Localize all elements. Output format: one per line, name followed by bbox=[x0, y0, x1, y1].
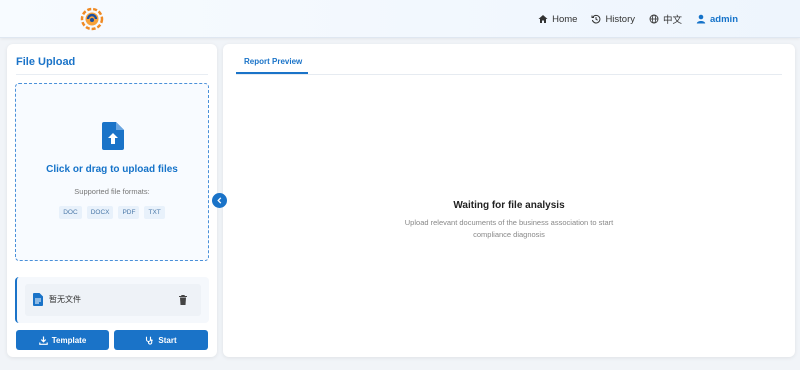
report-preview-panel: Report Preview Waiting for file analysis… bbox=[223, 44, 795, 357]
document-icon bbox=[33, 293, 43, 306]
tab-divider bbox=[236, 74, 782, 75]
history-icon bbox=[591, 14, 601, 24]
template-button[interactable]: Template bbox=[16, 330, 109, 350]
home-icon bbox=[538, 15, 548, 23]
active-tab-indicator bbox=[236, 72, 308, 74]
supported-formats-label: Supported file formats: bbox=[74, 187, 150, 196]
trash-icon[interactable] bbox=[179, 295, 187, 305]
nav-user-label: admin bbox=[710, 13, 738, 25]
nav-language-label: 中文 bbox=[663, 15, 683, 26]
upload-dropzone[interactable]: Click or drag to upload files Supported … bbox=[15, 83, 209, 261]
file-upload-panel: File Upload Click or drag to upload file… bbox=[7, 44, 217, 357]
nav-home[interactable]: Home bbox=[538, 14, 577, 25]
stethoscope-icon bbox=[146, 336, 154, 345]
tab-report-preview[interactable]: Report Preview bbox=[236, 57, 310, 69]
chevron-left-icon bbox=[217, 197, 222, 204]
file-name: 暂无文件 bbox=[49, 295, 81, 304]
top-header: Home History 中文 admin bbox=[0, 0, 800, 38]
file-list: 暂无文件 bbox=[15, 277, 209, 323]
waiting-title: Waiting for file analysis bbox=[453, 200, 565, 211]
waiting-subtitle: Upload relevant documents of the busines… bbox=[404, 218, 614, 239]
nav-language[interactable]: 中文 bbox=[649, 12, 682, 26]
divider bbox=[16, 74, 208, 75]
nav-history-label: History bbox=[605, 13, 635, 25]
dropzone-title: Click or drag to upload files bbox=[46, 164, 178, 175]
file-item: 暂无文件 bbox=[25, 284, 201, 316]
collapse-panel-button[interactable] bbox=[212, 193, 227, 208]
logo-icon[interactable] bbox=[80, 7, 104, 31]
nav-home-label: Home bbox=[552, 13, 578, 25]
start-button[interactable]: Start bbox=[114, 330, 208, 350]
format-badge: TXT bbox=[144, 206, 165, 219]
top-nav: Home History 中文 admin bbox=[538, 0, 738, 38]
file-upload-icon bbox=[102, 122, 124, 150]
format-list: DOC DOCX PDF TXT bbox=[16, 206, 208, 219]
download-icon bbox=[38, 336, 48, 345]
nav-history[interactable]: History bbox=[591, 14, 635, 25]
format-badge: PDF bbox=[118, 206, 140, 219]
start-button-label: Start bbox=[158, 335, 177, 345]
nav-user[interactable]: admin bbox=[696, 14, 738, 25]
format-badge: DOC bbox=[59, 206, 82, 219]
panel-title: File Upload bbox=[16, 56, 76, 68]
template-button-label: Template bbox=[51, 335, 87, 345]
user-icon bbox=[696, 14, 706, 24]
globe-icon bbox=[649, 14, 659, 24]
format-badge: DOCX bbox=[86, 206, 114, 219]
